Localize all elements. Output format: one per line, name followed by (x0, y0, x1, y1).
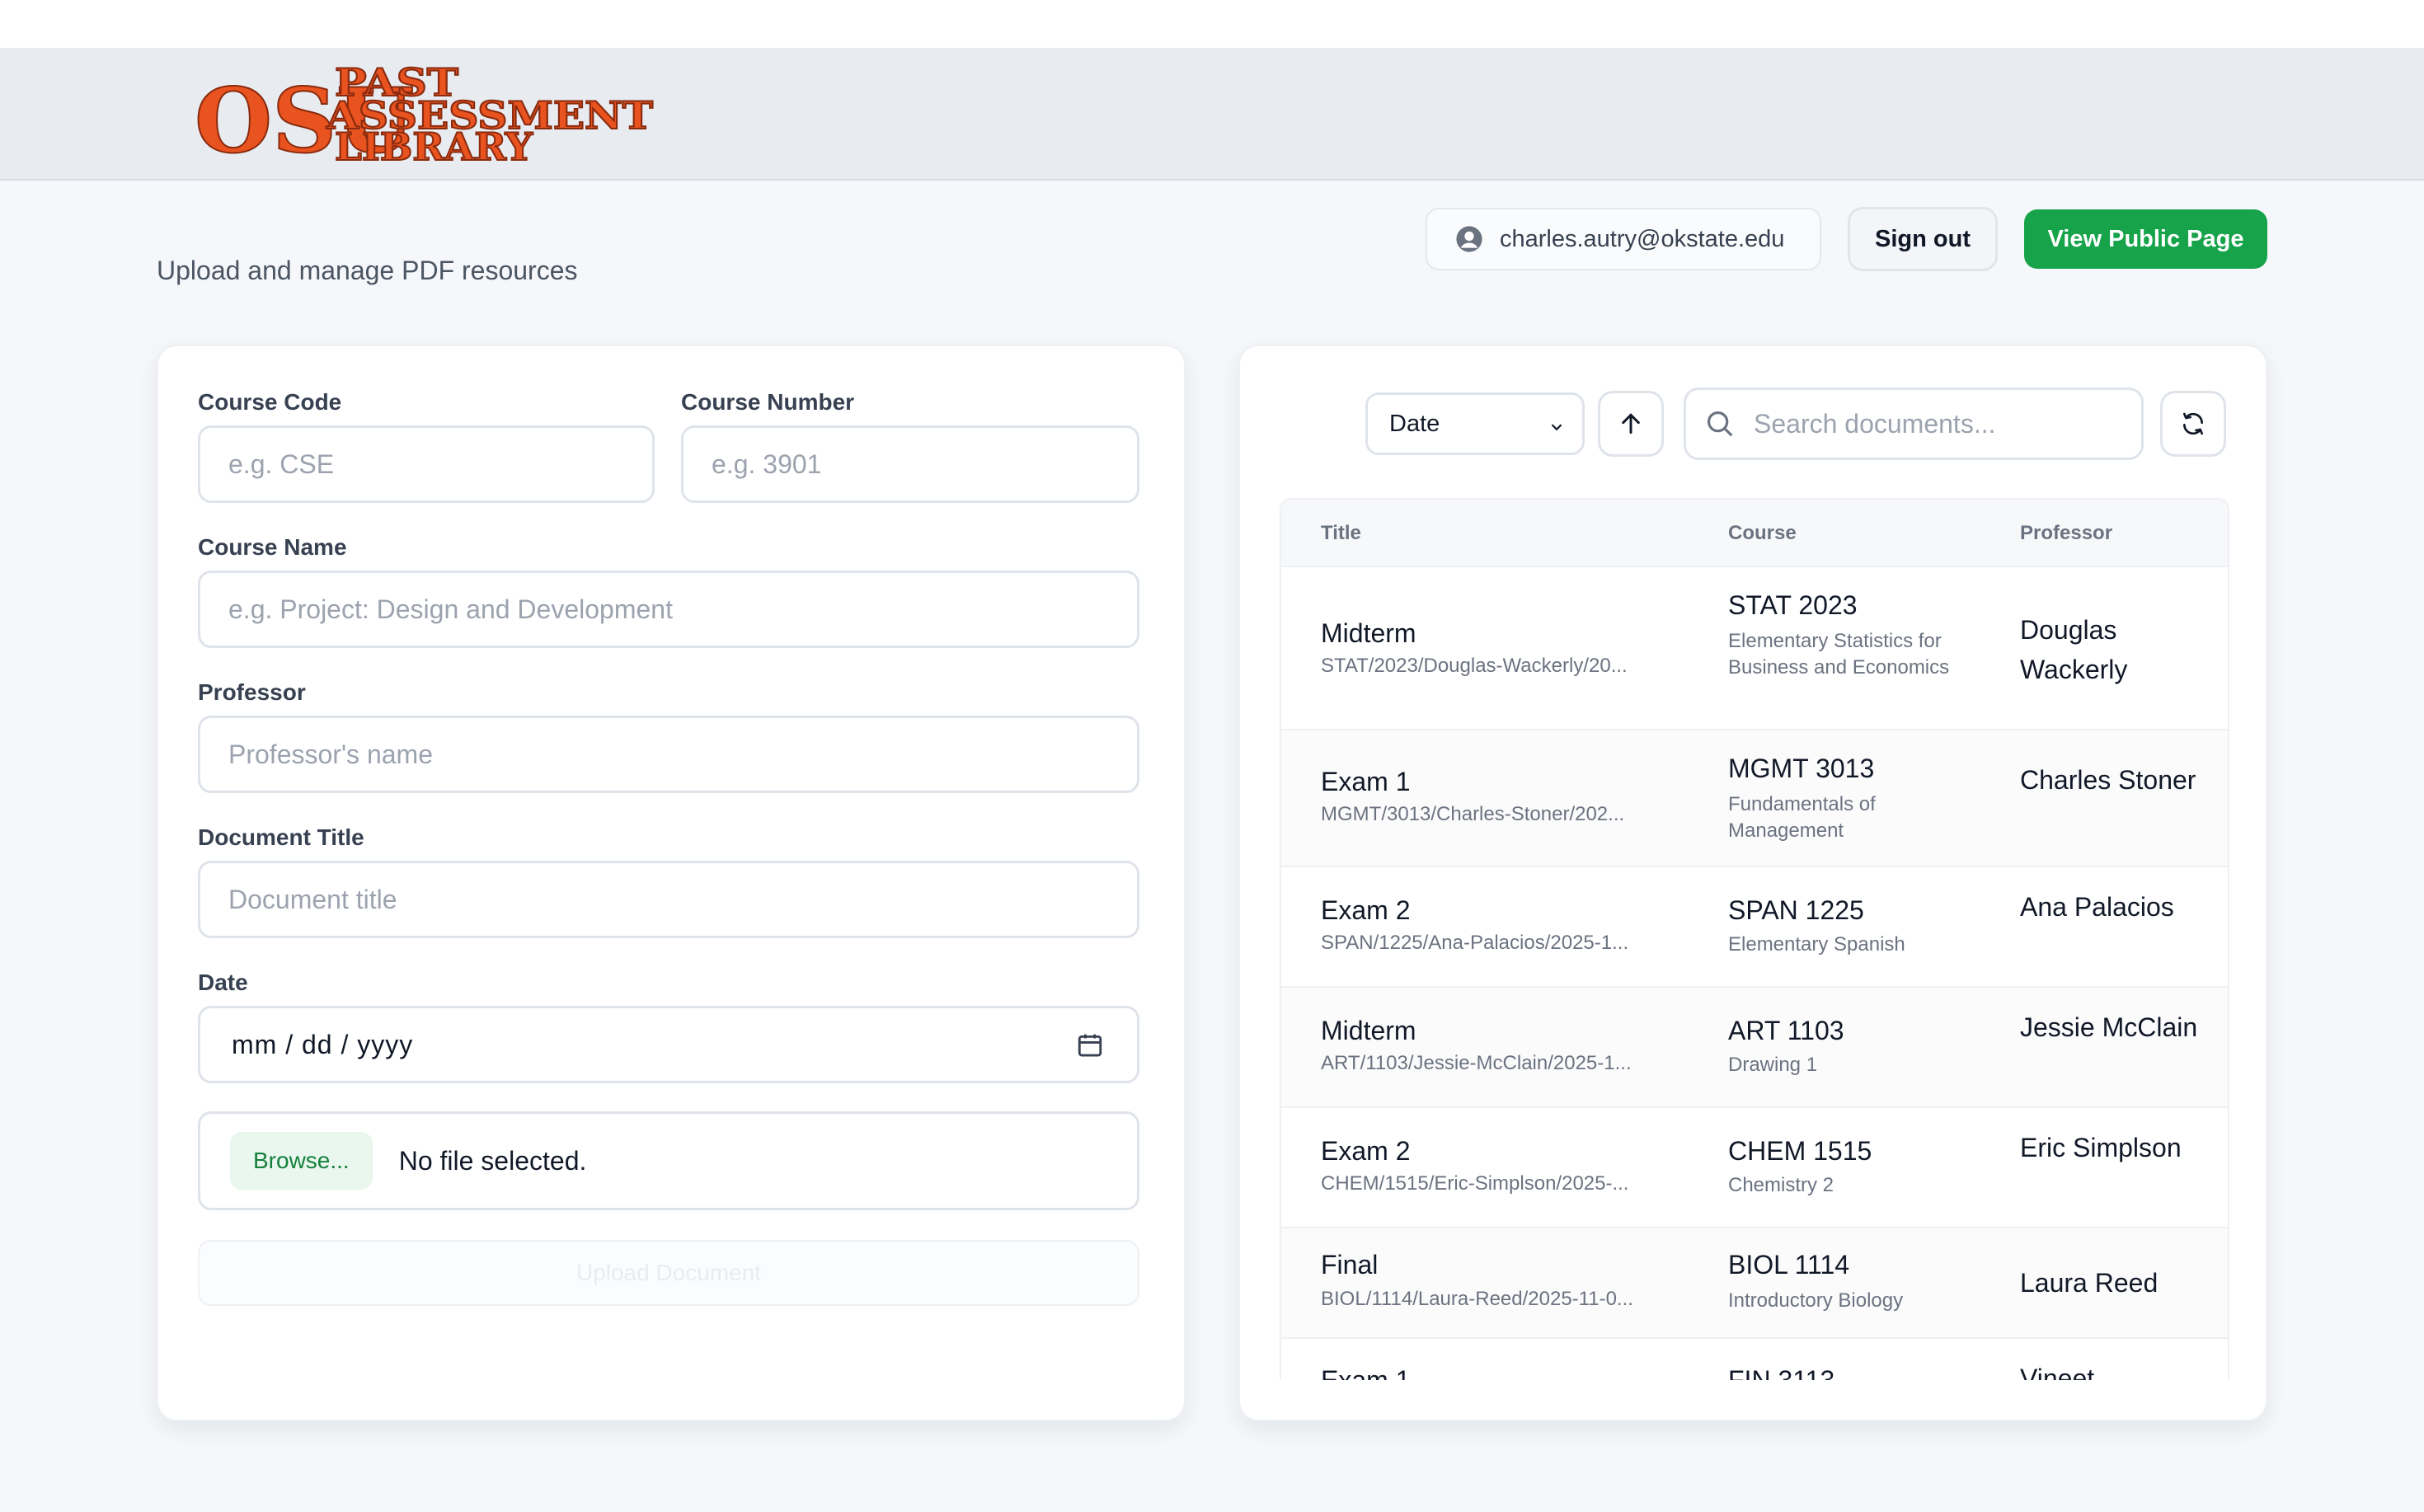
doc-course: ART 1103 (1728, 1016, 1844, 1045)
doc-course-name: Fundamentals of Management (1728, 793, 1876, 842)
doc-title: Midterm (1321, 618, 1416, 648)
course-code-input[interactable]: e.g. CSE (198, 425, 655, 503)
professor-label: Professor (198, 679, 306, 705)
table-row[interactable]: Final BIOL/1114/Laura-Reed/2025-11-0... … (1281, 1228, 2228, 1339)
doc-title: Midterm (1321, 1016, 1416, 1045)
doc-course: MGMT 3013 (1728, 754, 1875, 783)
professor-input[interactable]: Professor's name (198, 716, 1139, 793)
doc-path: CHEM/1515/Eric-Simplson/2025-... (1321, 1172, 1629, 1195)
course-code-label: Course Code (198, 389, 342, 415)
table-scroll-clip (1280, 1380, 2229, 1420)
user-email: charles.autry@okstate.edu (1500, 225, 1785, 252)
osu-logo[interactable]: OSU PAST ASSESSMENT LIBRARY (195, 63, 656, 165)
doc-path: ART/1103/Jessie-McClain/2025-1... (1321, 1052, 1632, 1074)
document-title-input[interactable]: Document title (198, 861, 1139, 938)
doc-path: STAT/2023/Douglas-Wackerly/20... (1321, 655, 1628, 677)
course-name-label: Course Name (198, 534, 347, 560)
file-status: No file selected. (398, 1145, 587, 1176)
column-professor: Professor (2020, 522, 2113, 544)
table-header: Title Course Professor (1281, 500, 2228, 567)
calendar-icon[interactable] (1076, 1031, 1104, 1059)
doc-course-name: Introductory Biology (1728, 1289, 1904, 1312)
course-name-input[interactable]: e.g. Project: Design and Development (198, 571, 1139, 648)
sort-direction-button[interactable] (1598, 391, 1664, 457)
table-row[interactable]: Midterm STAT/2023/Douglas-Wackerly/20...… (1281, 567, 2228, 730)
file-picker[interactable]: Browse... No file selected. (198, 1111, 1139, 1210)
course-number-label: Course Number (681, 389, 855, 415)
course-number-input[interactable]: e.g. 3901 (681, 425, 1139, 503)
user-circle-icon (1456, 226, 1482, 252)
doc-path: MGMT/3013/Charles-Stoner/202... (1321, 803, 1625, 825)
refresh-icon (2183, 412, 2203, 435)
documents-table: Title Course Professor Midterm STAT/2023… (1280, 498, 2229, 1420)
doc-course: STAT 2023 (1728, 590, 1858, 620)
user-chip: charles.autry@okstate.edu (1426, 208, 1821, 270)
doc-title: Final (1321, 1250, 1379, 1280)
doc-course-name: Elementary Spanish (1728, 933, 1905, 956)
doc-professor: Douglas Wackerly (2020, 615, 2128, 684)
logo-line-3: LIBRARY (335, 124, 533, 165)
search-icon (1707, 411, 1733, 437)
date-input[interactable]: mm / dd / yyyy (198, 1006, 1139, 1083)
doc-professor: Eric Simplson (2020, 1133, 2182, 1162)
sort-select-value: Date (1389, 410, 1440, 437)
table-row[interactable]: Exam 2 CHEM/1515/Eric-Simplson/2025-... … (1281, 1108, 2228, 1228)
search-placeholder: Search documents... (1754, 408, 1996, 439)
doc-course-name: Chemistry 2 (1728, 1174, 1834, 1196)
doc-path: SPAN/1225/Ana-Palacios/2025-1... (1321, 932, 1629, 954)
doc-title: Exam 2 (1321, 1136, 1411, 1166)
top-strip (0, 0, 2424, 48)
view-public-page-button[interactable]: View Public Page (2024, 209, 2267, 269)
doc-course: SPAN 1225 (1728, 895, 1864, 925)
search-input[interactable]: Search documents... (1684, 387, 2144, 460)
doc-professor: Laura Reed (2020, 1268, 2159, 1298)
date-label: Date (198, 970, 248, 995)
table-row[interactable]: Midterm ART/1103/Jessie-McClain/2025-1..… (1281, 988, 2228, 1108)
doc-course: BIOL 1114 (1728, 1250, 1850, 1280)
documents-card: Date Search documents... Title Course Pr… (1238, 345, 2267, 1421)
arrow-up-icon (1622, 413, 1640, 434)
document-title-label: Document Title (198, 824, 364, 850)
sign-out-button[interactable]: Sign out (1848, 207, 1998, 271)
table-row[interactable]: Exam 2 SPAN/1225/Ana-Palacios/2025-1... … (1281, 867, 2228, 988)
doc-professor: Charles Stoner (2020, 765, 2196, 795)
page-subtitle: Upload and manage PDF resources (157, 256, 578, 285)
column-title: Title (1321, 522, 1361, 544)
doc-title: Exam 1 (1321, 767, 1411, 796)
upload-button[interactable]: Upload Document (198, 1240, 1139, 1306)
browse-button[interactable]: Browse... (230, 1132, 373, 1190)
doc-path: BIOL/1114/Laura-Reed/2025-11-0... (1321, 1288, 1633, 1310)
doc-course-name: Drawing 1 (1728, 1054, 1818, 1076)
sort-select[interactable]: Date (1365, 392, 1585, 455)
refresh-button[interactable] (2160, 391, 2226, 457)
doc-professor: Ana Palacios (2020, 892, 2174, 922)
doc-course: CHEM 1515 (1728, 1136, 1872, 1166)
date-value: mm / dd / yyyy (232, 1029, 414, 1059)
chevron-down-icon (1551, 424, 1562, 431)
upload-form-card: Course Code e.g. CSE Course Number e.g. … (157, 345, 1186, 1421)
column-course: Course (1728, 522, 1797, 544)
doc-professor: Jessie McClain (2020, 1012, 2198, 1042)
table-row[interactable]: Exam 1 MGMT/3013/Charles-Stoner/202... M… (1281, 730, 2228, 867)
doc-title: Exam 2 (1321, 895, 1411, 925)
doc-course-name: Elementary Statistics for Business and E… (1728, 630, 1950, 679)
